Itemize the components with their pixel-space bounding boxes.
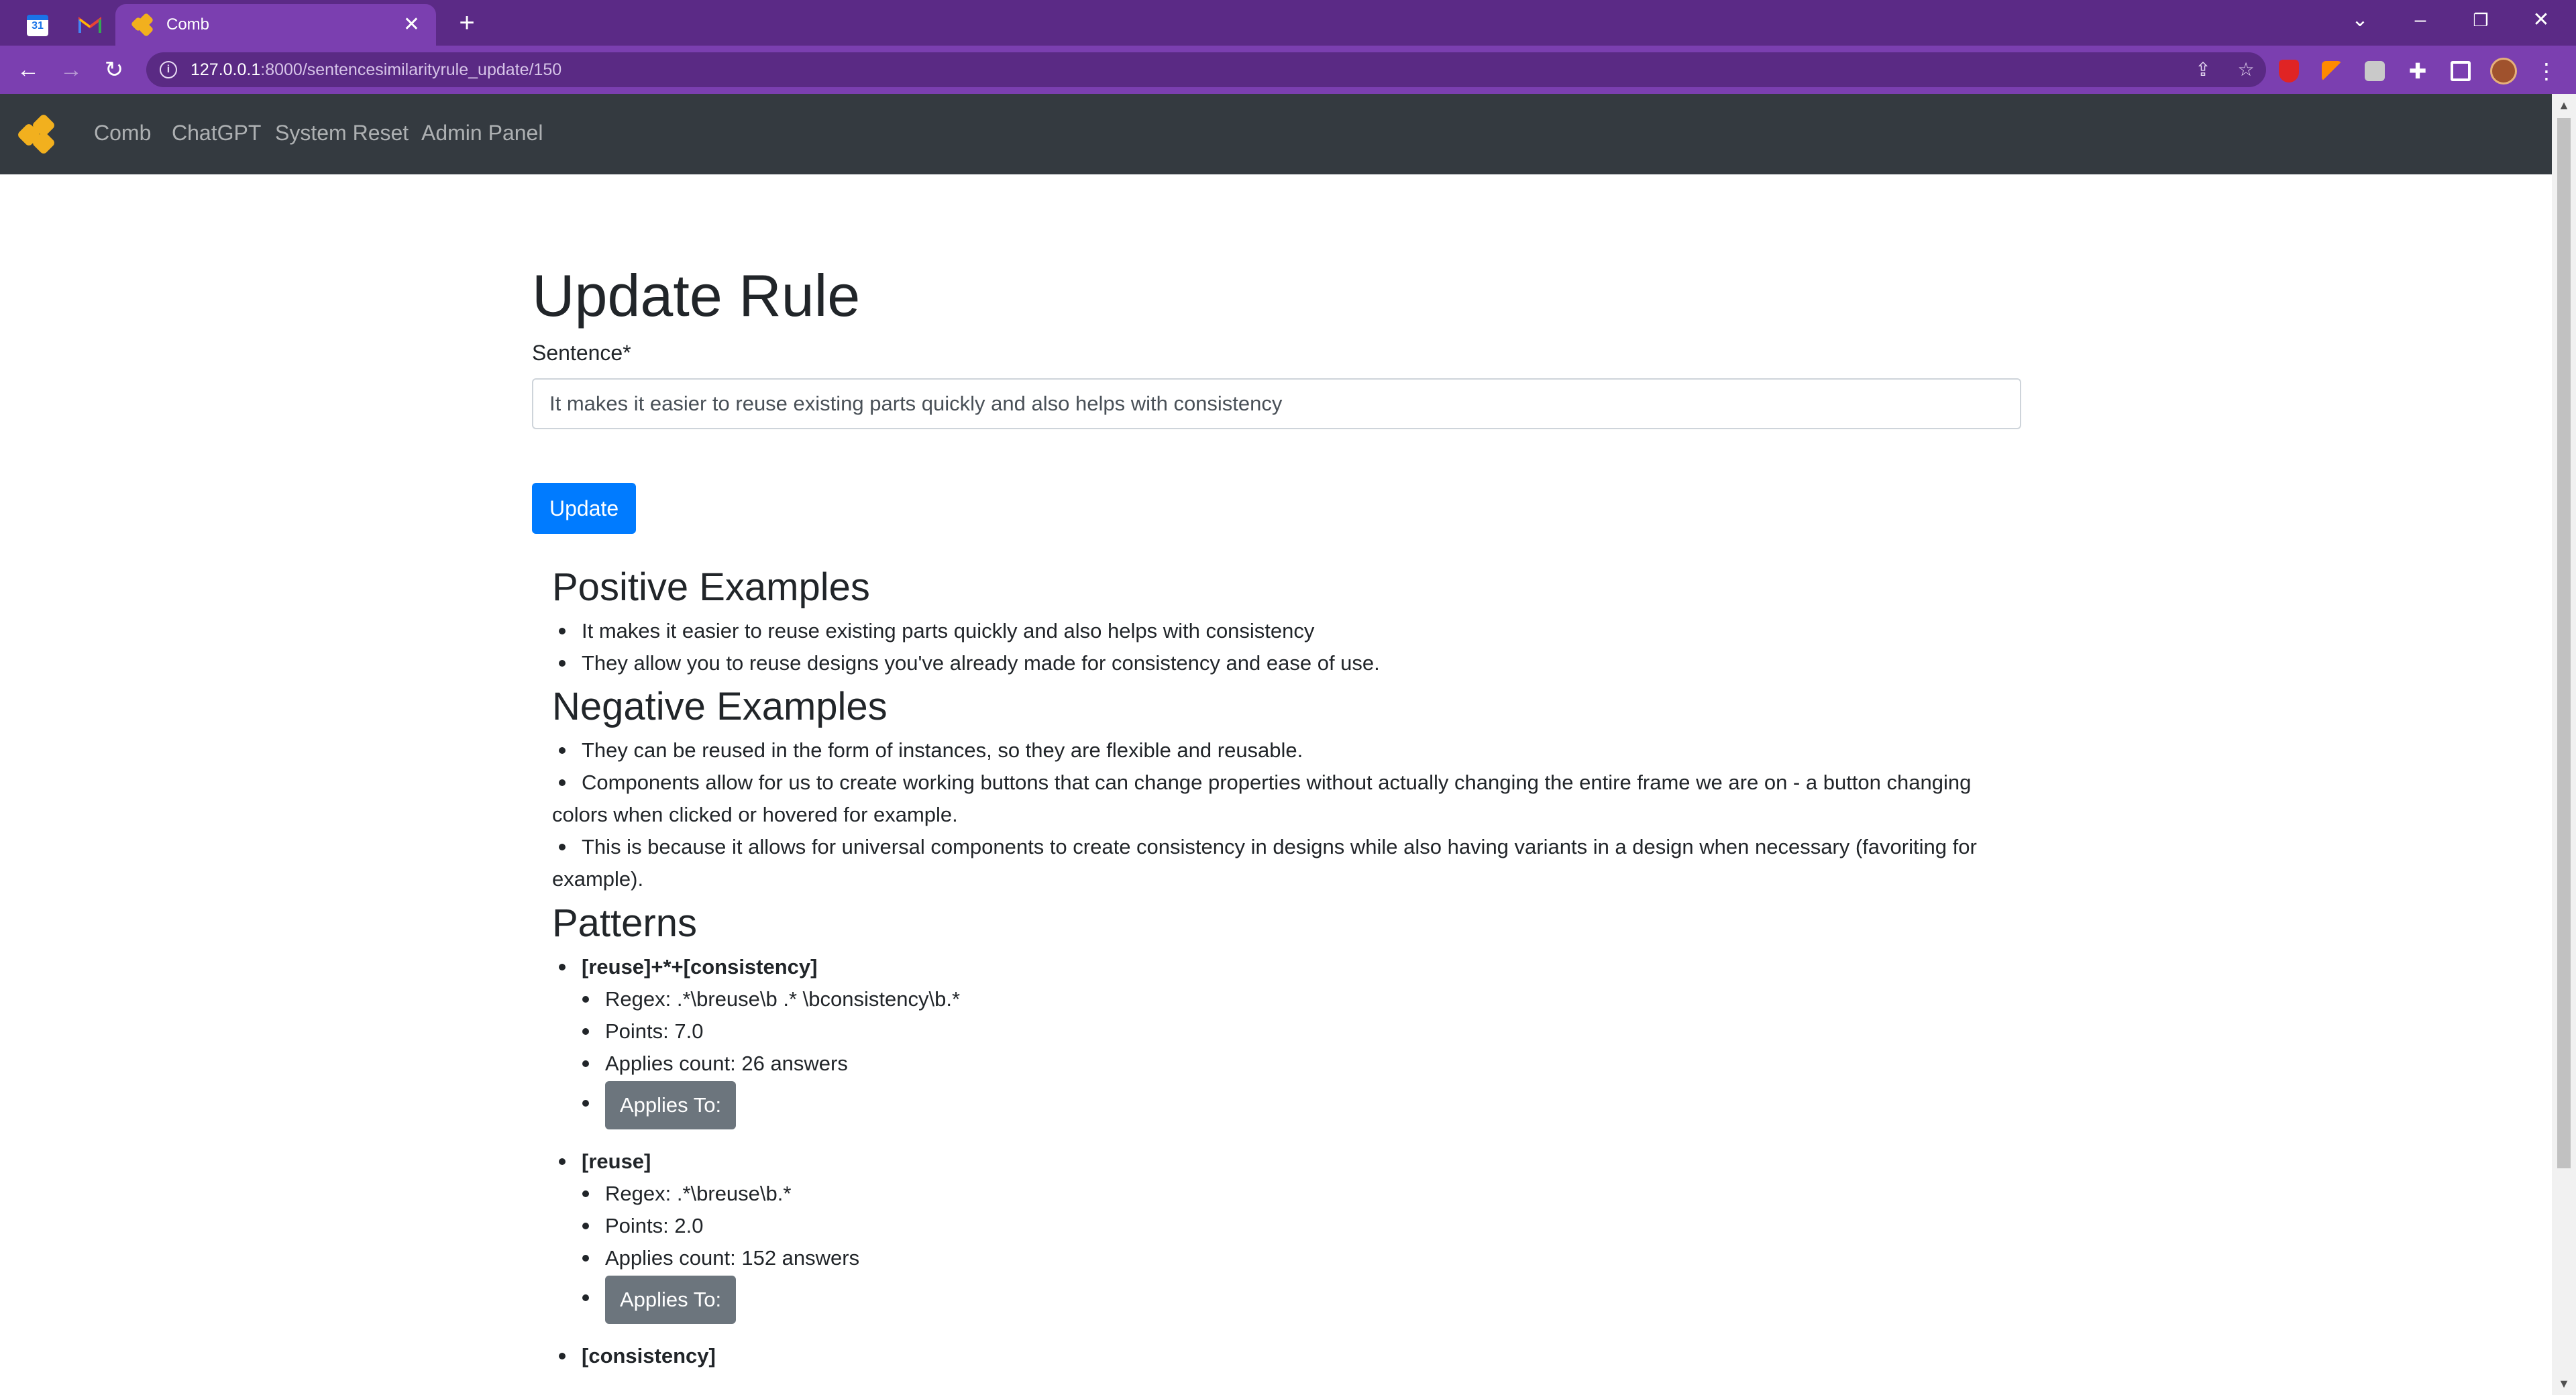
- forward-icon[interactable]: →: [56, 55, 86, 85]
- restore-icon[interactable]: ❐: [2461, 5, 2501, 35]
- page-scrollbar[interactable]: ▲ ▼: [2552, 94, 2576, 1395]
- pattern-name: [reuse]: [552, 1146, 2021, 1178]
- pattern-applies-count: Applies count: 26 answers: [576, 1048, 2021, 1080]
- profile-avatar[interactable]: [2490, 58, 2517, 85]
- negative-examples-list: They can be reused in the form of instan…: [552, 734, 2021, 895]
- close-tab-icon[interactable]: ✕: [403, 15, 420, 35]
- share-icon[interactable]: ⇪: [2191, 58, 2215, 82]
- tab-title: Comb: [166, 15, 210, 34]
- brand-logo-icon[interactable]: [16, 113, 60, 156]
- positive-examples-heading: Positive Examples: [552, 565, 870, 609]
- negative-examples-heading: Negative Examples: [552, 685, 888, 728]
- applies-to-button[interactable]: Applies To:: [605, 1081, 737, 1129]
- scroll-down-icon[interactable]: ▼: [2552, 1374, 2576, 1394]
- browser-menu-icon[interactable]: ⋮: [2533, 58, 2560, 85]
- list-item: They allow you to reuse designs you've a…: [552, 647, 2021, 679]
- pattern-regex: Regex: .*\breuse\b.*: [576, 1178, 2021, 1210]
- new-tab-button[interactable]: +: [451, 8, 483, 38]
- list-item: Components allow for us to create workin…: [552, 767, 2021, 831]
- list-item: They can be reused in the form of instan…: [552, 734, 2021, 767]
- page-title: Update Rule: [532, 262, 861, 329]
- calendar-icon: 31: [27, 15, 48, 36]
- extensions-puzzle-icon[interactable]: ✚: [2404, 58, 2431, 85]
- pattern-name: [reuse]+*+[consistency]: [552, 951, 2021, 983]
- list-item: It makes it easier to reuse existing par…: [552, 615, 2021, 647]
- pattern-item: [reuse] Regex: .*\breuse\b.* Points: 2.0…: [552, 1146, 2021, 1340]
- positive-examples-section: Positive Examples It makes it easier to …: [552, 565, 2021, 679]
- minimize-icon[interactable]: –: [2400, 5, 2440, 35]
- gmail-icon: [78, 17, 101, 33]
- pattern-applies-count: Applies count: 152 answers: [576, 1242, 2021, 1274]
- scroll-up-icon[interactable]: ▲: [2552, 95, 2576, 115]
- sentence-label: Sentence*: [532, 341, 631, 365]
- positive-examples-list: It makes it easier to reuse existing par…: [552, 615, 2021, 679]
- site-info-icon[interactable]: i: [160, 61, 177, 78]
- pattern-points: Points: 7.0: [576, 1015, 2021, 1048]
- browser-tab-bar: 31 Comb ✕ + ⌄ – ❐ ✕: [0, 0, 2576, 46]
- nav-link-system-reset[interactable]: System Reset: [275, 121, 409, 146]
- camera-extension-icon[interactable]: [2361, 58, 2388, 85]
- nav-link-admin-panel[interactable]: Admin Panel: [421, 121, 543, 146]
- address-bar[interactable]: i 127.0.0.1:8000/sentencesimilarityrule_…: [146, 52, 2266, 87]
- pattern-item: [consistency]: [552, 1340, 2021, 1372]
- pattern-regex: Regex: .*\breuse\b .* \bconsistency\b.*: [576, 983, 2021, 1015]
- nav-link-comb[interactable]: Comb: [94, 121, 151, 146]
- list-item: This is because it allows for universal …: [552, 831, 2021, 895]
- tab-calendar[interactable]: 31: [12, 5, 63, 46]
- adblock-extension-icon[interactable]: [2275, 58, 2302, 85]
- patterns-list: [reuse]+*+[consistency] Regex: .*\breuse…: [552, 951, 2021, 1372]
- bookmark-star-icon[interactable]: ☆: [2234, 58, 2258, 82]
- negative-examples-section: Negative Examples They can be reused in …: [552, 684, 2021, 895]
- back-icon[interactable]: ←: [13, 55, 43, 85]
- pattern-name: [consistency]: [552, 1340, 2021, 1372]
- nav-link-chatgpt[interactable]: ChatGPT: [172, 121, 261, 146]
- close-window-icon[interactable]: ✕: [2521, 5, 2561, 35]
- sentence-input[interactable]: [532, 378, 2021, 429]
- address-bar-row: ← → ↻ i 127.0.0.1:8000/sentencesimilarit…: [0, 46, 2576, 94]
- patterns-heading: Patterns: [552, 901, 697, 945]
- applies-to-button[interactable]: Applies To:: [605, 1276, 737, 1324]
- pattern-points: Points: 2.0: [576, 1210, 2021, 1242]
- side-panel-icon[interactable]: [2447, 58, 2474, 85]
- honeycomb-icon: [130, 12, 154, 38]
- pattern-item: [reuse]+*+[consistency] Regex: .*\breuse…: [552, 951, 2021, 1146]
- extension-icon[interactable]: [2318, 58, 2345, 85]
- url-text: 127.0.0.1:8000/sentencesimilarityrule_up…: [191, 60, 562, 79]
- pattern-applies-row: Applies To:: [576, 1274, 2021, 1340]
- site-navbar: Comb ChatGPT System Reset Admin Panel: [0, 94, 2552, 174]
- update-button[interactable]: Update: [532, 483, 637, 534]
- patterns-section: Patterns [reuse]+*+[consistency] Regex: …: [552, 901, 2021, 1372]
- tab-comb[interactable]: Comb ✕: [115, 4, 436, 46]
- tab-search-icon[interactable]: ⌄: [2340, 5, 2380, 35]
- reload-icon[interactable]: ↻: [99, 55, 129, 85]
- scroll-thumb[interactable]: [2557, 118, 2571, 1168]
- pattern-applies-row: Applies To:: [576, 1080, 2021, 1146]
- tab-gmail[interactable]: [64, 5, 115, 46]
